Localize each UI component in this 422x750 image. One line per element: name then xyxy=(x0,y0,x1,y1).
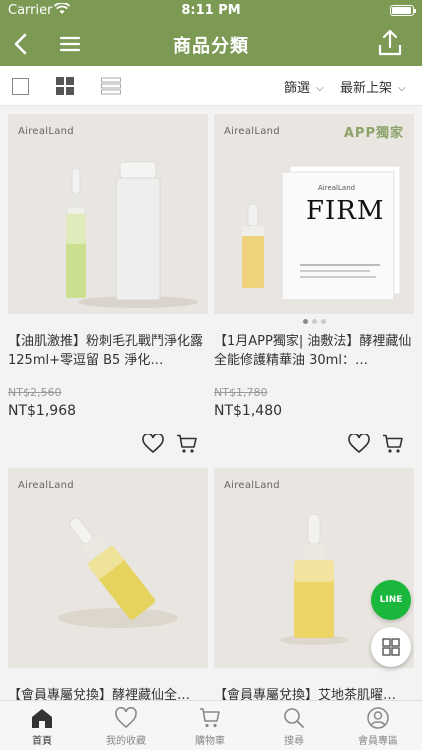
tab-label: 購物車 xyxy=(195,736,225,747)
carousel-dots xyxy=(214,319,414,324)
original-price: NT$1,780 xyxy=(214,386,268,399)
user-icon xyxy=(367,707,389,729)
filter-dropdown[interactable]: 篩選 ⌵ xyxy=(284,77,324,96)
tab-label: 搜尋 xyxy=(284,736,304,747)
bottom-tab-bar: 首頁 我的收藏 購物車 搜尋 會員專區 xyxy=(0,700,422,750)
product-bottles-illustration xyxy=(66,161,198,308)
chevron-down-icon: ⌵ xyxy=(316,83,324,94)
tab-home[interactable]: 首頁 xyxy=(0,707,84,747)
product-card[interactable]: AirealLand APP獨家 AirealLand FIRM 【1月APP獨… xyxy=(214,114,414,464)
list-view-icon[interactable] xyxy=(101,77,121,95)
cart-icon xyxy=(200,708,220,728)
sale-price: NT$1,480 xyxy=(214,403,283,419)
line-chat-button[interactable]: LINE xyxy=(371,580,411,620)
sort-label: 最新上架 xyxy=(340,81,393,96)
cart-icon[interactable] xyxy=(382,434,404,454)
pack-title-text: FIRM xyxy=(306,196,385,226)
pack-brand-text: AirealLand xyxy=(318,184,356,192)
line-label: LINE xyxy=(379,595,403,605)
grid-view-icon[interactable] xyxy=(56,77,74,95)
select-all-checkbox[interactable] xyxy=(12,78,29,95)
product-name[interactable]: 【1月APP獨家| 油敷法】酵裡藏仙全能修護精華油 30ml：… xyxy=(214,332,414,370)
share-icon[interactable] xyxy=(376,28,404,58)
status-bar: Carrier 8:11 PM xyxy=(0,0,422,22)
tab-favorites[interactable]: 我的收藏 xyxy=(84,707,168,747)
heart-icon[interactable] xyxy=(142,434,164,454)
grid-menu-icon xyxy=(382,638,400,656)
tab-label: 會員專區 xyxy=(358,736,398,747)
search-icon xyxy=(284,708,304,728)
navigation-bar: 商品分類 xyxy=(0,22,422,66)
quick-menu-button[interactable] xyxy=(371,627,411,667)
tab-member[interactable]: 會員專區 xyxy=(336,707,420,747)
sale-price: NT$1,968 xyxy=(8,403,77,419)
product-image[interactable]: AirealLand APP獨家 AirealLand FIRM xyxy=(214,114,414,314)
page-title: 商品分類 xyxy=(173,36,249,57)
home-icon xyxy=(32,709,52,728)
filter-bar: 篩選 ⌵ 最新上架 ⌵ xyxy=(0,66,422,106)
tab-label: 我的收藏 xyxy=(106,736,146,747)
heart-icon xyxy=(115,707,137,729)
sort-dropdown[interactable]: 最新上架 ⌵ xyxy=(340,77,406,96)
battery-icon xyxy=(390,5,416,16)
tab-label: 首頁 xyxy=(32,736,52,747)
product-card[interactable]: AirealLand 【油肌激推】粉刺毛孔戰鬥淨化露 125ml+零逗留 B5 … xyxy=(8,114,208,464)
product-bottle-illustration xyxy=(58,517,178,628)
product-image[interactable]: AirealLand xyxy=(8,114,208,314)
chevron-down-icon: ⌵ xyxy=(398,83,406,94)
original-price: NT$2,560 xyxy=(8,386,62,399)
tab-cart[interactable]: 購物車 xyxy=(168,707,252,747)
heart-icon[interactable] xyxy=(348,434,370,454)
cart-icon[interactable] xyxy=(176,434,198,454)
product-card[interactable]: AirealLand 【會員專屬兌換】酵裡藏仙全… xyxy=(8,468,208,706)
product-name[interactable]: 【油肌激推】粉刺毛孔戰鬥淨化露 125ml+零逗留 B5 淨化… xyxy=(8,332,208,370)
clock: 8:11 PM xyxy=(181,3,241,18)
product-grid: AirealLand 【油肌激推】粉刺毛孔戰鬥淨化露 125ml+零逗留 B5 … xyxy=(0,106,422,706)
tab-search[interactable]: 搜尋 xyxy=(252,707,336,747)
product-image[interactable]: AirealLand xyxy=(8,468,208,668)
filter-label: 篩選 xyxy=(284,81,311,96)
